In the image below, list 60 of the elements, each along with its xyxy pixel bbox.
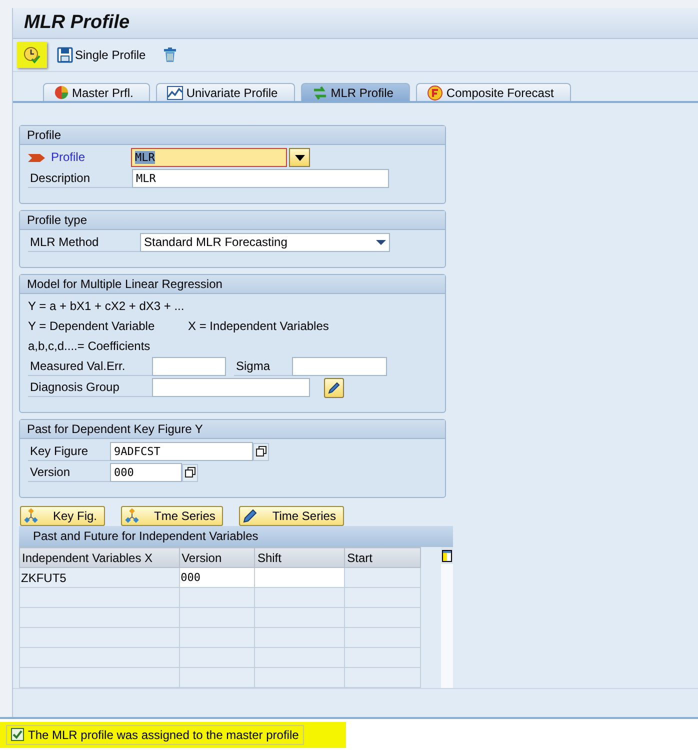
chevron-icon <box>28 152 46 162</box>
key-figure-field[interactable]: 9ADFCST <box>110 442 253 461</box>
group-title: Profile <box>20 126 445 145</box>
caret-icon <box>376 240 386 245</box>
edit-button[interactable] <box>324 378 344 398</box>
window-title: MLR Profile <box>24 12 130 34</box>
tab[interactable]: Composite Forecast <box>416 83 571 101</box>
single-profile-button[interactable]: Single Profile <box>51 42 152 68</box>
tab[interactable]: MLR Profile <box>300 83 410 101</box>
action-button[interactable]: Time Series <box>239 506 344 526</box>
pencil-icon <box>327 380 341 394</box>
formula-text: Y = a + bX1 + cX2 + dX3 + ... <box>28 298 186 315</box>
trash-icon <box>162 47 178 63</box>
save-icon <box>57 47 73 63</box>
column-header[interactable]: Independent Variables X <box>20 548 180 568</box>
mlr-method-select[interactable]: Standard MLR Forecasting <box>140 233 390 252</box>
dropdown-button[interactable] <box>289 148 310 167</box>
clock-check-icon <box>23 46 41 64</box>
table-cell-input[interactable]: 000 <box>179 568 255 588</box>
copy-button[interactable] <box>253 442 269 460</box>
composite-icon <box>427 84 444 100</box>
pie-chart-icon <box>54 85 69 100</box>
hierarchy-icon <box>124 508 140 524</box>
copy-button[interactable] <box>182 464 198 482</box>
profile-label[interactable]: Profile <box>49 148 131 167</box>
caret-icon <box>294 154 304 160</box>
table-cell-input[interactable] <box>254 568 345 588</box>
sigma-field[interactable] <box>292 357 387 376</box>
tab[interactable]: Univariate Profile <box>156 83 295 101</box>
line-chart-icon <box>167 86 184 100</box>
column-header[interactable]: Start <box>344 548 420 568</box>
group-title: Model for Multiple Linear Regression <box>20 275 445 294</box>
description-field[interactable]: MLR <box>132 169 389 188</box>
action-button[interactable]: Tme Series <box>121 506 224 526</box>
hierarchy-icon <box>23 508 39 524</box>
pencil-icon <box>242 508 258 524</box>
check-icon <box>11 728 24 741</box>
column-settings-button[interactable] <box>441 547 453 564</box>
tab[interactable]: Master Prfl. <box>43 83 150 101</box>
coefficients-note: a,b,c,d....= Coefficients <box>28 338 152 355</box>
independent-note: X = Independent Variables <box>188 318 329 335</box>
scrollbar[interactable] <box>441 564 453 688</box>
group-title: Profile type <box>20 211 445 230</box>
diagnosis-field[interactable] <box>152 378 310 397</box>
profile-field[interactable]: MLR <box>131 148 287 167</box>
column-header[interactable]: Version <box>179 548 255 568</box>
status-message[interactable]: The MLR profile was assigned to the master profile <box>6 724 304 744</box>
table-title: Past and Future for Independent Variables <box>19 526 453 547</box>
columns-icon <box>442 550 452 562</box>
table-cell: ZKFUT5 <box>20 568 180 588</box>
dependent-note: Y = Dependent Variable <box>28 318 156 335</box>
column-header[interactable]: Shift <box>254 548 345 568</box>
execute-button[interactable] <box>17 42 47 68</box>
version-field[interactable]: 000 <box>110 463 182 482</box>
copy-icon <box>256 446 266 457</box>
copy-icon <box>184 467 196 478</box>
group-title: Past for Dependent Key Figure Y <box>20 420 445 439</box>
measured-field[interactable] <box>152 357 226 376</box>
arrows-icon <box>312 86 328 100</box>
action-button[interactable]: Key Fig. <box>20 506 106 526</box>
